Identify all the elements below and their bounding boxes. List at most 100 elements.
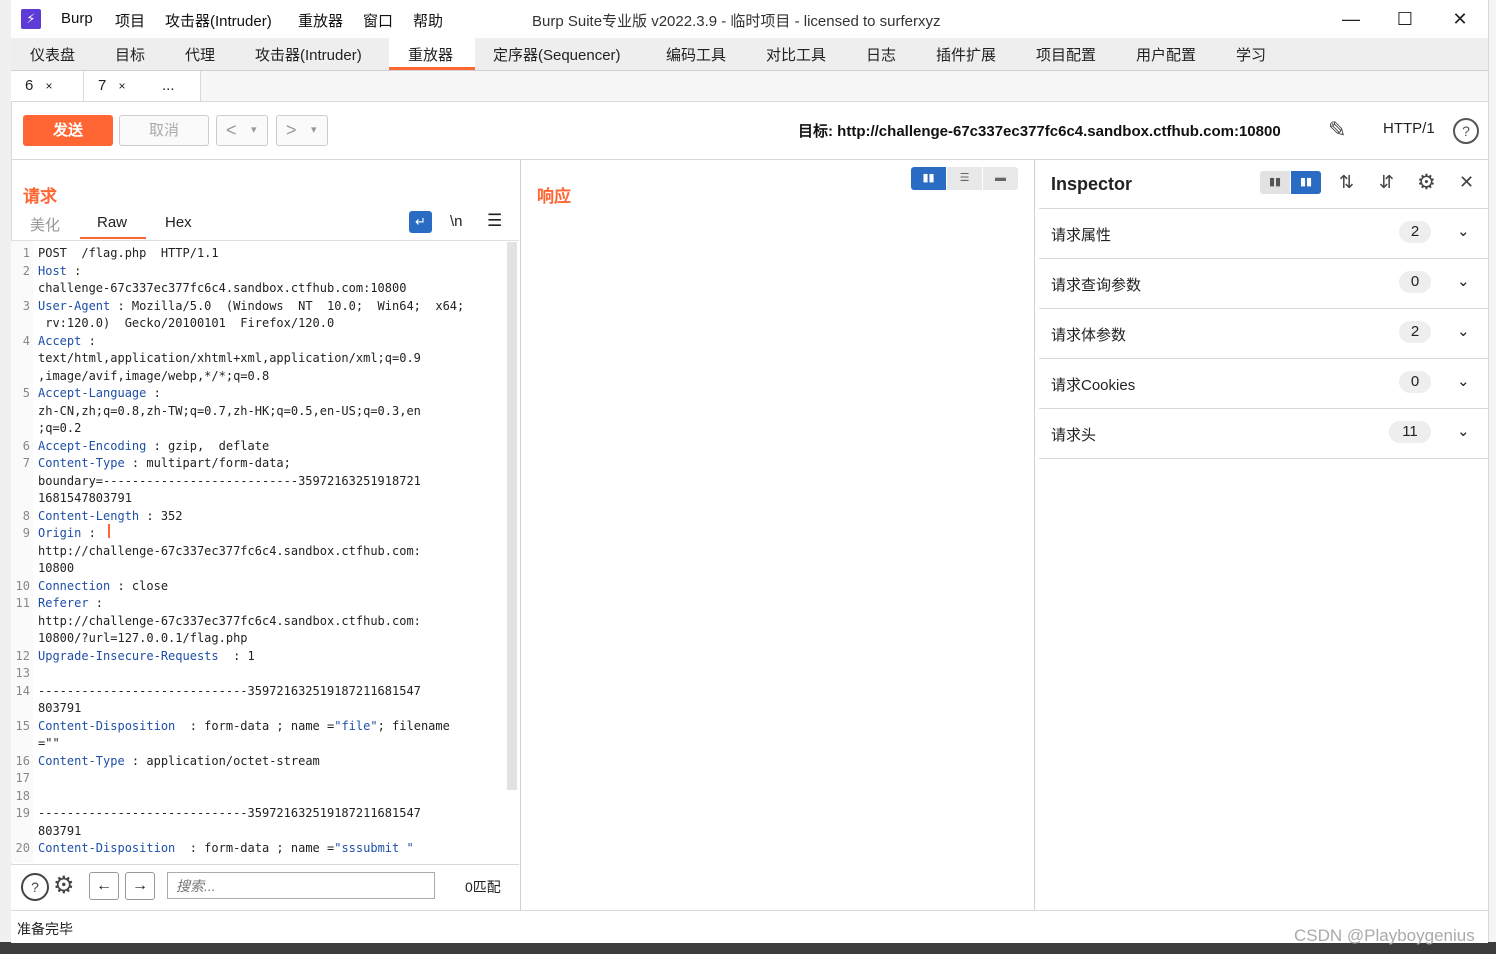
line-text: User-Agent : Mozilla/5.0 (Windows NT 10.…	[38, 298, 464, 316]
layout-stacked-icon[interactable]: ☰	[947, 167, 982, 190]
menu-project[interactable]: 项目	[115, 10, 145, 31]
repeater-tab-label: 7	[98, 77, 107, 94]
chevron-down-icon[interactable]: ▾	[311, 116, 317, 145]
line-number: 5	[22, 386, 30, 400]
collapse-all-icon[interactable]: ⇵	[1379, 172, 1394, 193]
inspector-section-headers[interactable]: 请求头 11 ⌄	[1039, 409, 1488, 458]
hamburger-menu-icon[interactable]: ☰	[487, 211, 502, 231]
repeater-tab-7[interactable]: 7 ×	[84, 71, 149, 101]
inspector-divider	[1039, 458, 1488, 459]
pane-divider-left[interactable]	[520, 160, 521, 910]
next-match-button[interactable]: →	[125, 872, 155, 900]
line-text: zh-CN,zh;q=0.8,zh-TW;q=0.7,zh-HK;q=0.5,e…	[38, 403, 421, 421]
chevron-down-icon[interactable]: ⌄	[1457, 222, 1470, 240]
line-text: =""	[38, 735, 60, 753]
line-text: POST /flag.php HTTP/1.1	[38, 245, 219, 263]
menu-intruder[interactable]: 攻击器(Intruder)	[165, 10, 272, 31]
inspector-settings-gear-icon[interactable]: ⚙	[1417, 170, 1436, 195]
close-inspector-icon[interactable]: ✕	[1459, 172, 1474, 193]
text-segment: : application/octet-stream	[124, 753, 320, 768]
request-editor[interactable]: 1 POST /flag.php HTTP/1.1 2 Host : challenge…	[11, 240, 519, 863]
history-forward-button[interactable]: > ▾	[276, 115, 328, 146]
line-text: Host :	[38, 263, 81, 281]
tab-raw[interactable]: Raw	[97, 214, 127, 231]
pane-divider-right[interactable]	[1034, 160, 1035, 910]
line-text: Origin :	[38, 525, 96, 543]
inspector-title: Inspector	[1051, 174, 1133, 194]
text-segment: 803791	[38, 823, 82, 838]
chevron-down-icon[interactable]: ⌄	[1457, 372, 1470, 390]
inspector-layout-left-icon[interactable]: ▮▮	[1260, 171, 1290, 194]
line-text: Content-Type : application/octet-stream	[38, 753, 320, 771]
history-back-button[interactable]: < ▾	[216, 115, 268, 146]
tab-learn[interactable]: 学习	[1236, 44, 1266, 65]
tab-intruder[interactable]: 攻击器(Intruder)	[255, 44, 362, 65]
tab-target[interactable]: 目标	[115, 44, 145, 65]
inspector-layout-right-icon[interactable]: ▮▮	[1291, 171, 1321, 194]
cancel-button[interactable]: 取消	[119, 115, 209, 146]
inspector-section-query-params[interactable]: 请求查询参数 0 ⌄	[1039, 259, 1488, 308]
editor-scrollbar[interactable]	[507, 242, 517, 790]
tab-decoder[interactable]: 编码工具	[666, 44, 726, 65]
layout-side-by-side-icon[interactable]: ▮▮	[911, 167, 946, 190]
maximize-button[interactable]: ☐	[1385, 6, 1425, 32]
tab-sequencer[interactable]: 定序器(Sequencer)	[493, 44, 621, 65]
expand-all-icon[interactable]: ⇅	[1339, 172, 1354, 193]
string-value: "sssubmit "	[334, 841, 414, 855]
tab-proxy[interactable]: 代理	[185, 44, 215, 65]
tab-project-options[interactable]: 项目配置	[1036, 44, 1096, 65]
word-wrap-icon[interactable]: ↵	[409, 211, 432, 233]
main-tab-bar	[11, 38, 1488, 71]
line-number: 9	[22, 526, 30, 540]
tab-user-options[interactable]: 用户配置	[1136, 44, 1196, 65]
inspector-section-body-params[interactable]: 请求体参数 2 ⌄	[1039, 309, 1488, 358]
tab-repeater[interactable]: 重放器	[408, 44, 453, 65]
line-number: 2	[22, 263, 30, 278]
send-button[interactable]: 发送	[23, 115, 113, 146]
repeater-tab-more[interactable]: ...	[148, 71, 201, 101]
menu-window[interactable]: 窗口	[363, 10, 393, 31]
inspector-section-request-attributes[interactable]: 请求属性 2 ⌄	[1039, 209, 1488, 258]
tab-pretty[interactable]: 美化	[30, 214, 60, 235]
line-text: Accept-Language :	[38, 385, 161, 403]
menu-help[interactable]: 帮助	[413, 10, 443, 31]
close-window-button[interactable]: ✕	[1440, 6, 1480, 32]
tab-comparer[interactable]: 对比工具	[766, 44, 826, 65]
line-text: 803791	[38, 823, 81, 841]
search-help-icon[interactable]: ?	[21, 873, 49, 901]
menu-burp[interactable]: Burp	[61, 10, 93, 27]
minimize-button[interactable]: —	[1331, 6, 1371, 32]
chevron-down-icon[interactable]: ⌄	[1457, 322, 1470, 340]
search-settings-gear-icon[interactable]: ⚙	[53, 871, 75, 900]
chevron-down-icon[interactable]: ⌄	[1457, 272, 1470, 290]
repeater-tab-6[interactable]: 6 ×	[11, 71, 84, 101]
close-tab-icon[interactable]: ×	[46, 79, 53, 93]
edit-target-icon[interactable]: ✎	[1328, 117, 1346, 143]
tab-logger[interactable]: 日志	[866, 44, 896, 65]
text-segment: :	[66, 263, 82, 278]
help-icon[interactable]: ?	[1453, 118, 1479, 144]
chevron-down-icon[interactable]: ▾	[251, 116, 257, 145]
text-segment: :	[81, 333, 96, 348]
section-label: 请求Cookies	[1051, 377, 1136, 394]
line-text: text/html,application/xhtml+xml,applicat…	[38, 350, 421, 368]
inspector-section-cookies[interactable]: 请求Cookies 0 ⌄	[1039, 359, 1488, 408]
search-input[interactable]	[167, 872, 435, 899]
line-number: 19	[15, 806, 30, 820]
tab-hex[interactable]: Hex	[165, 214, 192, 231]
chevron-down-icon[interactable]: ⌄	[1457, 422, 1470, 440]
http-version-toggle[interactable]: HTTP/1	[1383, 120, 1435, 137]
text-segment: -----------------------------35972163251…	[38, 683, 421, 698]
newline-toggle[interactable]: \n	[450, 213, 463, 230]
tab-dashboard[interactable]: 仪表盘	[30, 44, 75, 65]
menu-repeater[interactable]: 重放器	[298, 10, 343, 31]
line-number: 18	[15, 788, 30, 803]
line-text: 803791	[38, 700, 81, 718]
match-count: 0匹配	[465, 879, 501, 895]
previous-match-button[interactable]: ←	[89, 872, 119, 900]
section-count-badge: 2	[1399, 221, 1431, 243]
close-tab-icon[interactable]: ×	[119, 79, 126, 93]
tab-extender[interactable]: 插件扩展	[936, 44, 996, 65]
text-segment: boundary=---------------------------3597…	[38, 473, 421, 488]
layout-tabs-icon[interactable]: ▬	[983, 167, 1018, 190]
